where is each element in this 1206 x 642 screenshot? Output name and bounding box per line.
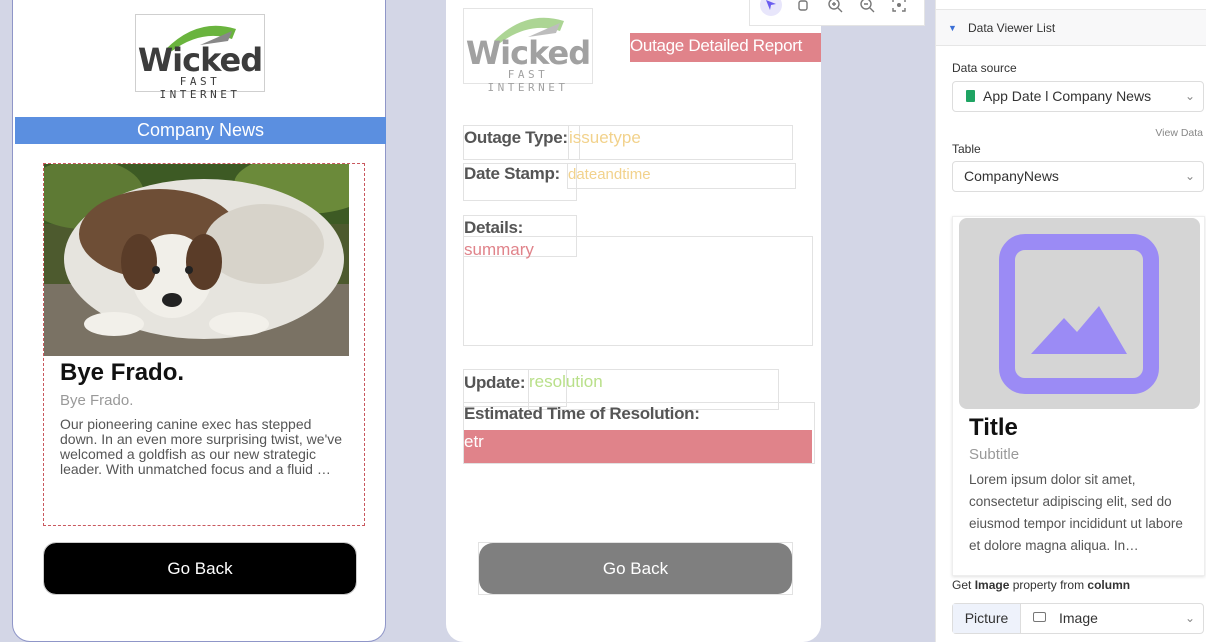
- go-back-button[interactable]: Go Back: [43, 542, 357, 595]
- card-body: Our pioneering canine exec has stepped d…: [60, 416, 343, 477]
- preview-body: Lorem ipsum dolor sit amet, consectetur …: [969, 472, 1183, 553]
- news-card[interactable]: Bye Frado. Bye Frado. Our pioneering can…: [43, 163, 365, 526]
- spreadsheet-icon: [966, 90, 975, 102]
- table-select[interactable]: CompanyNews ⌄: [952, 161, 1204, 192]
- preview-title: Title: [969, 414, 1018, 441]
- image-column-value: Image: [1059, 610, 1098, 626]
- image-column-select[interactable]: Image ⌄: [1021, 604, 1203, 633]
- image-placeholder: [959, 218, 1200, 409]
- chevron-down-icon: ⌄: [1184, 89, 1195, 103]
- column-hint: Get Image property from column: [952, 578, 1130, 592]
- column-hint-middle: property from: [1009, 578, 1088, 592]
- component-preview[interactable]: Title Subtitle Lorem ipsum dolor sit ame…: [952, 216, 1205, 576]
- report-title: Outage Detailed Report: [630, 33, 821, 62]
- update-label: Update:: [464, 373, 526, 392]
- date-stamp-label: Date Stamp:: [464, 164, 560, 183]
- dog-photo: [44, 164, 349, 356]
- logo-tagline: FAST INTERNET: [159, 75, 241, 101]
- go-back-button[interactable]: Go Back: [479, 543, 792, 594]
- company-news-screen: Wicked FAST INTERNET Company News Bye Fr…: [12, 0, 386, 642]
- zoom-in-icon[interactable]: [824, 0, 846, 16]
- caret-down-icon: ▼: [948, 23, 957, 33]
- table-value: CompanyNews: [964, 168, 1059, 184]
- fit-screen-icon[interactable]: [888, 0, 910, 16]
- column-hint-column: column: [1087, 578, 1131, 592]
- canvas-toolbar: [749, 0, 925, 26]
- outage-type-value[interactable]: issuetype: [569, 128, 641, 148]
- view-data-link[interactable]: View Data: [1155, 127, 1203, 139]
- details-label: Details:: [464, 218, 524, 237]
- image-column-picker: Picture Image ⌄: [952, 603, 1204, 634]
- logo-wordmark: Wicked: [465, 34, 591, 72]
- wicked-logo-faded: Wicked FAST INTERNET: [463, 8, 593, 94]
- table-label: Table: [952, 142, 981, 156]
- wicked-logo: Wicked FAST INTERNET: [135, 14, 265, 101]
- zoom-out-icon[interactable]: [856, 0, 878, 16]
- column-hint-prefix: Get: [952, 578, 975, 592]
- preview-subtitle: Subtitle: [969, 446, 1020, 463]
- card-subtitle: Bye Frado.: [60, 392, 134, 409]
- camera-icon: [1033, 612, 1046, 622]
- pointer-icon[interactable]: [760, 0, 782, 16]
- data-source-select[interactable]: App Date l Company News ⌄: [952, 81, 1204, 112]
- etr-label: Estimated Time of Resolution:: [464, 404, 700, 423]
- etr-value[interactable]: etr: [464, 430, 812, 463]
- properties-panel: ▼ Data Viewer List Data source App Date …: [935, 0, 1206, 642]
- chevron-down-icon: ⌄: [1184, 169, 1195, 183]
- image-placeholder-icon: [999, 234, 1159, 394]
- page-header: Company News: [15, 117, 386, 144]
- section-header[interactable]: ▼ Data Viewer List: [936, 9, 1206, 46]
- picture-tab[interactable]: Picture: [953, 604, 1021, 633]
- card-title: Bye Frado.: [60, 359, 185, 386]
- details-value[interactable]: summary: [464, 240, 534, 260]
- outage-type-label: Outage Type:: [464, 128, 568, 147]
- data-source-value: App Date l Company News: [983, 88, 1152, 104]
- update-value[interactable]: resolution: [529, 372, 603, 392]
- hand-icon[interactable]: [792, 0, 814, 16]
- chevron-down-icon: ⌄: [1184, 611, 1195, 625]
- section-title: Data Viewer List: [968, 21, 1056, 35]
- data-source-label: Data source: [952, 61, 1017, 75]
- logo-wordmark: Wicked: [137, 41, 263, 79]
- outage-detail-screen: Wicked FAST INTERNET Outage Detailed Rep…: [446, 0, 821, 642]
- date-stamp-value[interactable]: dateandtime: [568, 166, 651, 183]
- logo-tagline: FAST INTERNET: [487, 68, 569, 94]
- column-hint-property: Image: [974, 578, 1010, 592]
